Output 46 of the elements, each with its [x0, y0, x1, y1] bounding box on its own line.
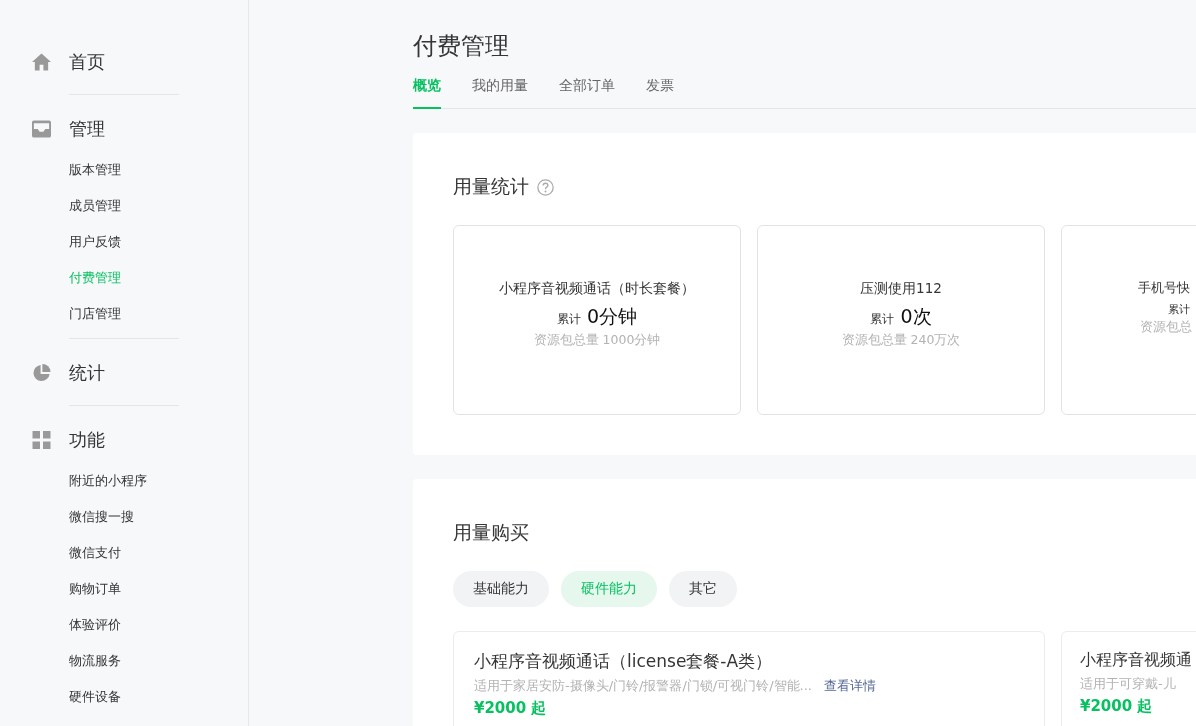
usage-total: 资源包总	[1140, 319, 1192, 336]
help-icon[interactable]	[537, 178, 554, 196]
nav-item[interactable]: 版本管理	[69, 160, 121, 180]
nav-item[interactable]: 物流服务	[69, 651, 121, 671]
tab[interactable]: 全部订单	[559, 75, 615, 109]
section-title: 用量统计	[453, 174, 529, 199]
tab[interactable]: 发票	[646, 75, 674, 109]
nav-item[interactable]: 用户反馈	[69, 232, 121, 252]
nav-group-title[interactable]: 统计	[69, 361, 105, 385]
nav-item[interactable]: 成员管理	[69, 196, 121, 216]
usage-value: 0分钟	[586, 304, 638, 329]
inbox-icon	[32, 120, 51, 138]
nav-group-title[interactable]: 功能	[69, 428, 105, 452]
product-price: ¥2000 起	[474, 699, 547, 718]
product-title: 小程序音视频通	[1080, 650, 1192, 671]
section-title: 用量购买	[453, 520, 529, 545]
filter-pill[interactable]: 其它	[669, 571, 737, 607]
nav-item[interactable]: 微信搜一搜	[69, 507, 134, 527]
product-price: ¥2000 起	[1080, 697, 1153, 716]
usage-card-title: 小程序音视频通话（时长套餐）	[499, 280, 695, 298]
pie-chart-icon	[32, 364, 51, 382]
nav-item[interactable]: 硬件设备	[69, 687, 121, 707]
details-link[interactable]: 查看详情	[824, 677, 876, 695]
usage-label: 累计	[870, 312, 895, 327]
tab[interactable]: 我的用量	[472, 75, 528, 109]
page-title: 付费管理	[413, 31, 510, 62]
usage-label: 累计	[556, 312, 581, 327]
product-description: 适用于家居安防-摄像头/门铃/报警器/门锁/可视门铃/智能...	[474, 677, 812, 695]
filter-pill[interactable]: 基础能力	[453, 571, 549, 607]
nav-item[interactable]: 体验评价	[69, 615, 121, 635]
home-icon	[32, 53, 51, 71]
nav-item[interactable]: 购物订单	[69, 579, 121, 599]
nav-group-title[interactable]: 首页	[69, 50, 105, 74]
product-title: 小程序音视频通话（license套餐-A类）	[474, 650, 773, 673]
nav-item[interactable]: 门店管理	[69, 304, 121, 324]
usage-label: 累计	[1168, 303, 1190, 317]
product-description: 适用于可穿戴-儿	[1080, 675, 1176, 693]
usage-total: 资源包总量 240万次	[841, 332, 961, 349]
usage-card-title: 压测使用112	[860, 280, 942, 298]
grid-icon	[32, 431, 51, 449]
nav-item[interactable]: 微信支付	[69, 543, 121, 563]
nav-group-title[interactable]: 管理	[69, 117, 105, 141]
usage-value: 0次	[900, 304, 932, 329]
usage-card-title: 手机号快	[1138, 280, 1190, 297]
usage-total: 资源包总量 1000分钟	[533, 332, 661, 349]
nav-item[interactable]: 附近的小程序	[69, 471, 147, 491]
